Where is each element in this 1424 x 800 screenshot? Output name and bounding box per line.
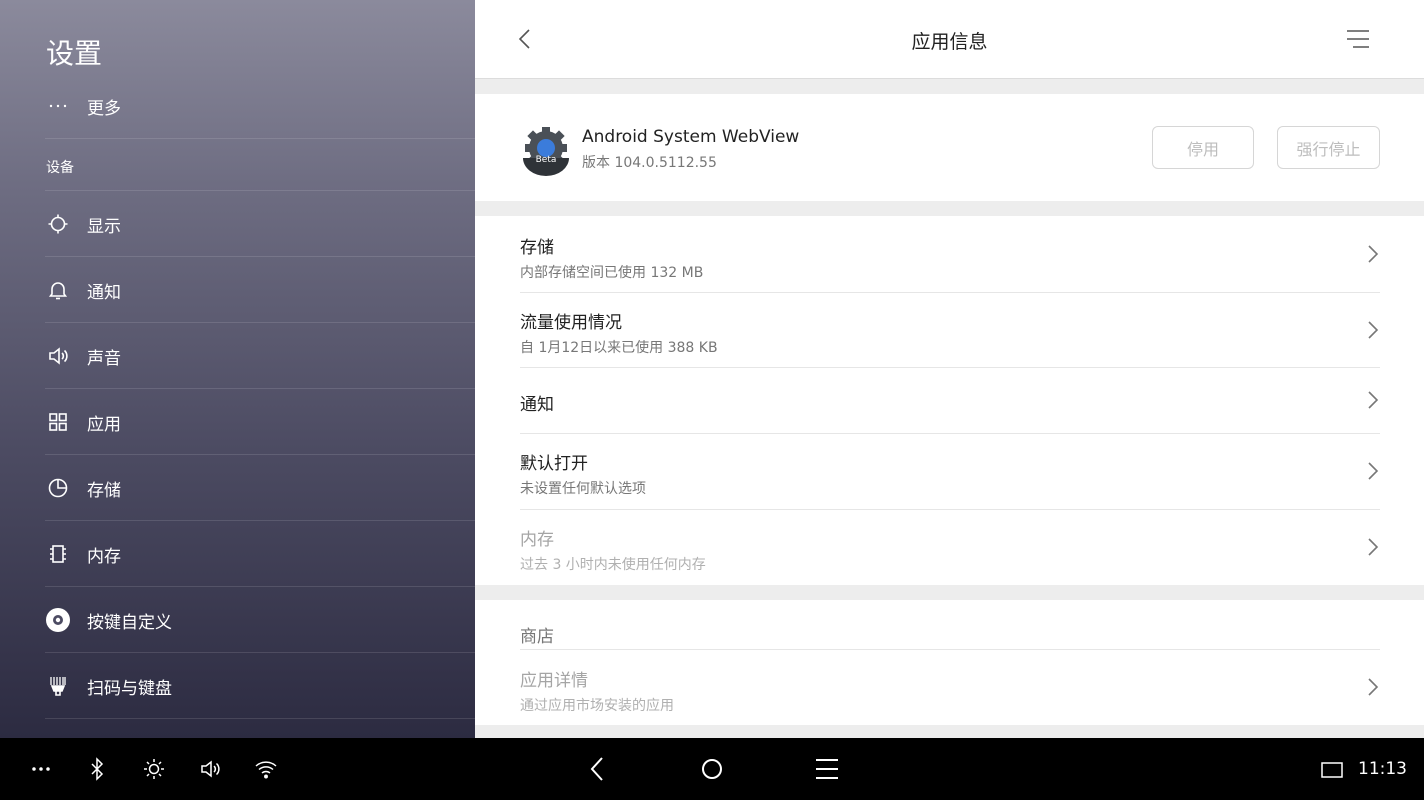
speaker-icon (45, 343, 71, 369)
list-item-title: 通知 (520, 395, 554, 415)
app-info-panel: 应用信息 Beta Android System WebView 版本 104.… (475, 0, 1424, 738)
pie-chart-icon (45, 475, 71, 501)
sidebar-item-label: 按键自定义 (87, 612, 172, 633)
sidebar-item-storage[interactable]: 存储 (45, 474, 475, 502)
more-dots-icon (45, 93, 71, 119)
list-item-subtitle: 未设置任何默认选项 (520, 481, 646, 497)
sidebar-item-display[interactable]: 显示 (45, 210, 475, 238)
app-version: 版本 104.0.5112.55 (582, 155, 717, 171)
app-name: Android System WebView (582, 127, 800, 147)
page-title: 应用信息 (911, 31, 988, 53)
status-clock: 11:13 (1358, 759, 1407, 779)
sidebar-item-label: 内存 (87, 546, 121, 567)
chevron-right-icon (1365, 461, 1381, 481)
list-item-title: 流量使用情况 (520, 313, 622, 333)
list-item-subtitle: 过去 3 小时内未使用任何内存 (520, 557, 706, 573)
sidebar-item-memory[interactable]: 内存 (45, 540, 475, 568)
list-item-subtitle: 内部存储空间已使用 132 MB (520, 265, 704, 281)
nav-recents-button[interactable] (813, 755, 839, 779)
list-item-subtitle: 自 1月12日以来已使用 388 KB (520, 340, 718, 356)
memory-chip-icon (45, 541, 71, 567)
force-stop-button[interactable]: 强行停止 (1277, 126, 1380, 169)
sidebar-item-label: 应用 (87, 414, 121, 435)
wifi-icon[interactable] (254, 757, 280, 781)
menu-lines-icon (1347, 30, 1369, 48)
chevron-right-icon (1365, 320, 1381, 340)
app-details-list: 存储 内部存储空间已使用 132 MB 流量使用情况 自 1月12日以来已使用 … (475, 216, 1424, 585)
nav-home-button[interactable] (698, 755, 724, 779)
system-nav-bar: 11:13 (0, 738, 1424, 800)
section-header-device: 设备 (46, 160, 74, 176)
sidebar-item-more[interactable]: 更多 (45, 92, 475, 120)
chevron-right-icon (1365, 244, 1381, 264)
brightness-icon[interactable] (142, 757, 168, 781)
display-icon (45, 211, 71, 237)
key-custom-icon (45, 607, 71, 633)
sidebar-item-notifications[interactable]: 通知 (45, 276, 475, 304)
sidebar-item-label: 显示 (87, 216, 121, 237)
beta-badge: Beta (535, 155, 557, 165)
webview-app-icon: Beta (520, 124, 572, 176)
bluetooth-icon[interactable] (85, 757, 111, 781)
disable-button[interactable]: 停用 (1152, 126, 1254, 169)
sidebar-item-apps[interactable]: 应用 (45, 408, 475, 436)
sidebar-item-label: 更多 (87, 98, 121, 119)
chevron-right-icon (1365, 390, 1381, 410)
chevron-right-icon (1365, 537, 1381, 557)
sidebar-item-label: 通知 (87, 282, 121, 303)
list-item-title: 默认打开 (520, 454, 588, 474)
settings-sidebar: 设置 更多 设备 显示 通知 声音 应用 存储 内存 按键自定义 扫码与键盘 (0, 0, 475, 738)
chevron-right-icon (1365, 677, 1381, 697)
list-item-title: 内存 (520, 530, 554, 550)
apps-grid-icon (45, 409, 71, 435)
sidebar-item-label: 声音 (87, 348, 121, 369)
sidebar-item-sound[interactable]: 声音 (45, 342, 475, 370)
nav-back-button[interactable] (584, 755, 610, 781)
list-item-subtitle: 通过应用市场安装的应用 (520, 698, 674, 714)
store-section-header: 商店 (520, 627, 554, 647)
screen-icon[interactable] (1320, 757, 1346, 781)
sidebar-item-scanner-keyboard[interactable]: 扫码与键盘 (45, 672, 475, 700)
store-section: 商店 应用详情 通过应用市场安装的应用 (475, 600, 1424, 725)
list-item-title: 应用详情 (520, 671, 588, 691)
scanner-icon (45, 673, 71, 699)
top-bar: 应用信息 (475, 0, 1424, 79)
sidebar-title: 设置 (46, 37, 103, 70)
bell-icon (45, 277, 71, 303)
menu-button[interactable] (1345, 26, 1371, 52)
app-header-card: Beta Android System WebView 版本 104.0.511… (475, 94, 1424, 201)
sidebar-item-label: 存储 (87, 480, 121, 501)
more-dots-icon[interactable] (29, 757, 55, 781)
sidebar-item-label: 扫码与键盘 (87, 678, 172, 699)
volume-icon[interactable] (198, 757, 224, 781)
list-item-title: 存储 (520, 238, 554, 258)
sidebar-item-key-customization[interactable]: 按键自定义 (45, 606, 475, 634)
